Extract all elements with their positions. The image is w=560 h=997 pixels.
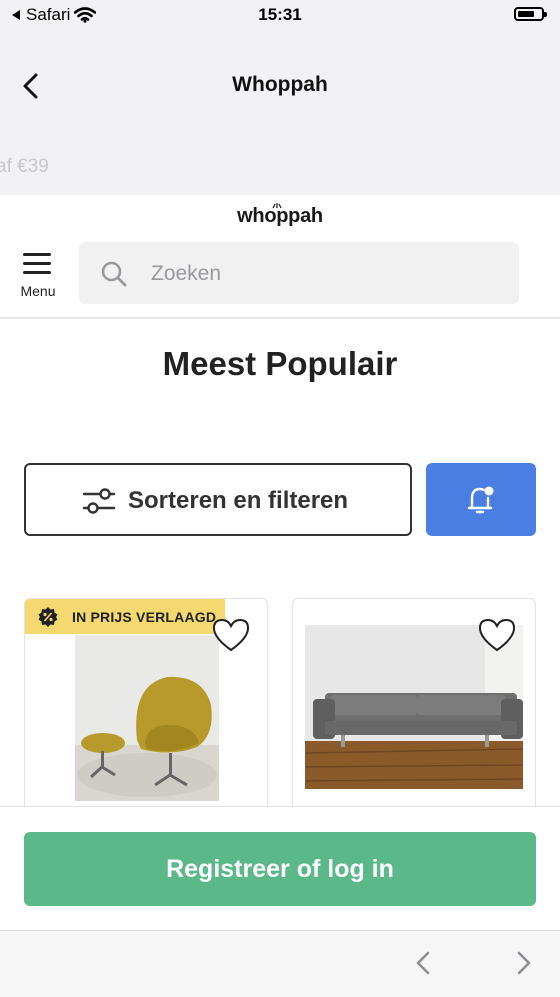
product-card[interactable] <box>292 598 536 828</box>
battery-icon <box>514 7 547 21</box>
browser-toolbar <box>0 930 560 997</box>
search-icon <box>101 261 127 287</box>
search-bar[interactable] <box>79 242 519 306</box>
discount-icon <box>38 606 58 627</box>
bell-alert-icon <box>467 486 494 514</box>
heart-icon[interactable] <box>477 617 517 653</box>
nav-title: Whoppah <box>232 73 328 96</box>
menu-button[interactable]: Menu <box>18 250 58 302</box>
sort-filter-label: Sorteren en filteren <box>128 487 349 514</box>
hamburger-icon <box>23 253 51 280</box>
logo-spark-icon <box>272 203 282 209</box>
header-divider <box>0 317 560 319</box>
price-reduced-badge: IN PRIJS VERLAAGD <box>25 599 225 634</box>
menu-label: Menu <box>20 283 56 299</box>
browser-forward-icon[interactable] <box>514 950 534 976</box>
promo-strip-text: af €39 <box>0 156 49 177</box>
page-title: Meest Populair <box>162 345 398 382</box>
status-time: 15:31 <box>258 5 302 24</box>
product-card[interactable]: IN PRIJS VERLAAGD <box>24 598 268 828</box>
promo-strip <box>0 140 560 195</box>
sliders-icon <box>82 488 116 514</box>
heart-icon[interactable] <box>211 617 251 653</box>
search-input[interactable] <box>149 242 503 306</box>
sort-filter-button[interactable]: Sorteren en filteren <box>24 463 412 536</box>
search-alert-button[interactable] <box>426 463 536 536</box>
browser-back-icon[interactable] <box>413 950 433 976</box>
register-login-button[interactable]: Registreer of log in <box>24 832 536 906</box>
product-image-egg-chair <box>75 635 219 801</box>
badge-label: IN PRIJS VERLAAGD <box>72 608 217 625</box>
